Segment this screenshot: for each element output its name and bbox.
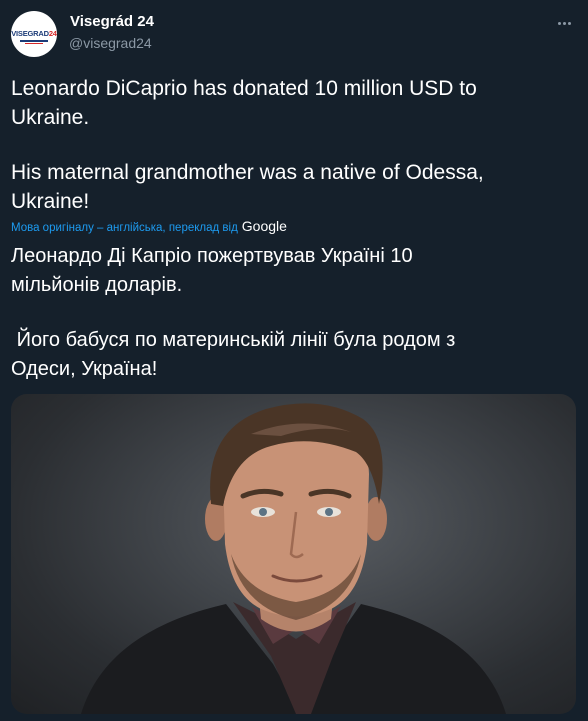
more-horizontal-icon-dot	[562, 21, 566, 25]
avatar-logo-underline	[20, 40, 48, 42]
tweet-media-photo[interactable]	[11, 394, 576, 714]
author-avatar[interactable]: VISEGRAD24	[11, 11, 57, 57]
avatar-logo-accent: 24	[48, 29, 57, 39]
more-horizontal-icon	[557, 21, 561, 25]
translated-text-paragraph-1: Леонардо Ді Капріо пожертвував Україні 1…	[11, 245, 413, 296]
avatar-logo-text: VISEGRAD24	[11, 30, 57, 38]
more-options-button[interactable]	[553, 12, 575, 34]
ear-right	[365, 497, 387, 541]
translation-attribution[interactable]: Мова оригіналу – англійська, переклад ві…	[11, 218, 287, 234]
google-logo: Google	[241, 218, 287, 234]
iris-left	[259, 508, 267, 516]
author-display-name[interactable]: Visegrád 24	[70, 13, 154, 30]
tweet-text-paragraph-2: His maternal grandmother was a native of…	[11, 161, 484, 213]
tweet-card: VISEGRAD24 Visegrád 24 @visegrad24 Leona…	[0, 0, 588, 721]
tweet-text-paragraph-1: Leonardo DiCaprio has donated 10 million…	[11, 77, 477, 129]
portrait-photo	[81, 403, 506, 714]
translated-text-paragraph-2: Його бабуся по материнській лінії була р…	[11, 329, 456, 380]
iris-right	[325, 508, 333, 516]
more-horizontal-icon-dot	[567, 21, 571, 25]
avatar-logo-main: VISEGRAD	[11, 29, 49, 39]
translation-note: Мова оригіналу – англійська, переклад ві…	[11, 222, 238, 234]
author-handle[interactable]: @visegrad24	[69, 35, 152, 51]
avatar-logo-underline-accent	[25, 43, 43, 44]
